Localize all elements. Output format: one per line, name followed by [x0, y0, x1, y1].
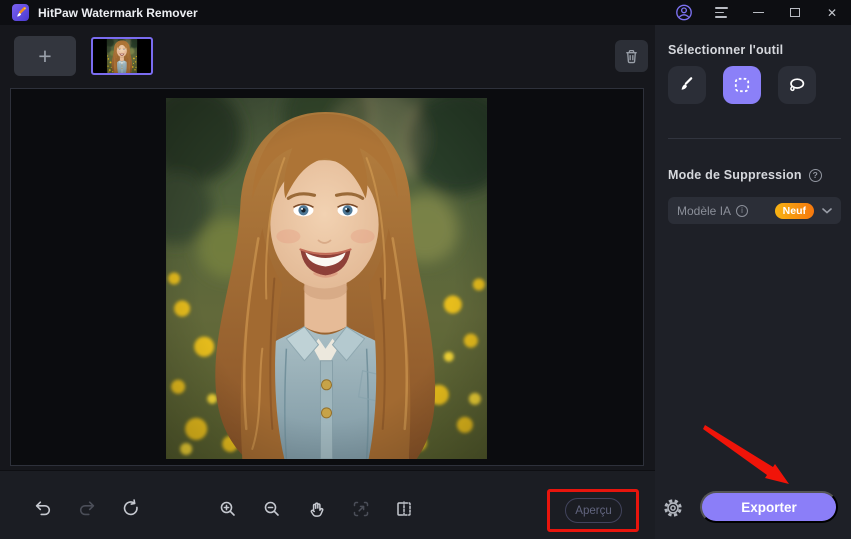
zoom-in-button[interactable]: [213, 494, 243, 524]
undo-button[interactable]: [28, 494, 58, 524]
zoom-in-icon: [220, 501, 235, 516]
redo-icon: [79, 501, 95, 516]
title-bar: HitPaw Watermark Remover ✕: [0, 0, 851, 25]
preview-button[interactable]: Aperçu: [565, 498, 622, 523]
trash-icon: [626, 49, 637, 63]
redo-button[interactable]: [72, 494, 102, 524]
window-title: HitPaw Watermark Remover: [38, 5, 198, 20]
undo-icon: [35, 501, 51, 516]
fit-screen-button[interactable]: [346, 494, 376, 524]
app-logo-icon: [12, 4, 29, 21]
compare-button[interactable]: [389, 494, 419, 524]
hand-icon: [310, 502, 324, 517]
help-icon[interactable]: ?: [808, 168, 822, 182]
maximize-button[interactable]: [786, 4, 804, 22]
thumbnail-image: [106, 39, 138, 73]
lasso-tool-button[interactable]: [778, 66, 816, 104]
close-button[interactable]: ✕: [823, 4, 841, 22]
brush-tool-button[interactable]: [668, 66, 706, 104]
model-dropdown[interactable]: Modèle IA i Neuf: [668, 197, 841, 224]
marquee-tool-button[interactable]: [723, 66, 761, 104]
delete-image-button[interactable]: [615, 40, 648, 72]
right-sidebar: Sélectionner l'outil Mode de Suppression…: [655, 25, 851, 539]
refresh-icon: [123, 499, 138, 516]
fit-screen-icon: [353, 501, 369, 517]
titlebar-controls: ✕: [675, 4, 841, 22]
plus-icon: +: [38, 42, 52, 69]
tool-buttons-row: [668, 66, 816, 104]
lasso-icon: [790, 78, 805, 92]
chevron-down-icon: [822, 207, 832, 214]
add-image-button[interactable]: +: [14, 36, 76, 76]
settings-button[interactable]: [660, 495, 686, 521]
menu-icon[interactable]: [712, 4, 730, 22]
reset-button[interactable]: [116, 494, 146, 524]
compare-icon: [397, 501, 411, 517]
zoom-out-button[interactable]: [257, 494, 287, 524]
brush-icon: [681, 77, 693, 90]
image-thumbnail-selected[interactable]: [91, 37, 153, 75]
minimize-button[interactable]: [749, 4, 767, 22]
removal-mode-title: Mode de Suppression: [668, 168, 802, 182]
new-badge: Neuf: [774, 202, 814, 219]
editor-canvas[interactable]: [10, 88, 644, 466]
photo-image: [166, 98, 487, 459]
marquee-selection-icon: [734, 77, 750, 93]
info-icon[interactable]: i: [736, 204, 749, 217]
gear-icon: [664, 499, 682, 517]
account-icon[interactable]: [675, 4, 693, 22]
model-label: Modèle IA: [677, 203, 732, 218]
zoom-out-icon: [264, 501, 279, 516]
export-button[interactable]: Exporter: [700, 491, 838, 523]
removal-mode-row: Mode de Suppression ?: [668, 168, 822, 182]
pan-button[interactable]: [302, 494, 332, 524]
sidebar-divider: [668, 138, 841, 139]
select-tool-title: Sélectionner l'outil: [668, 43, 784, 57]
